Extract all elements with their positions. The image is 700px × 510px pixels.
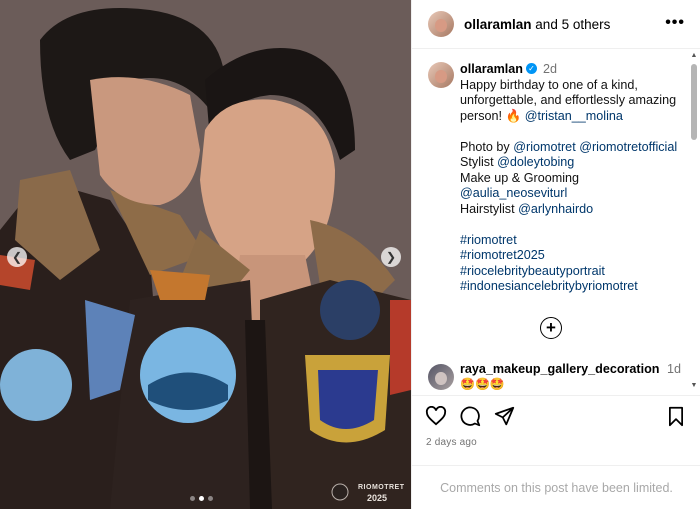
- carousel-dot: [208, 496, 213, 501]
- hashtag-link[interactable]: #riocelebritybeautyportrait: [460, 264, 690, 280]
- comment-age[interactable]: 1d: [667, 362, 681, 376]
- next-image-button[interactable]: ❯: [381, 247, 401, 267]
- comment-bubble-icon[interactable]: [460, 406, 481, 427]
- stylist-credit: Stylist @doleytobing: [460, 155, 690, 171]
- mention-link[interactable]: @aulia_neoseviturl: [460, 186, 690, 202]
- photo-illustration: [0, 0, 411, 509]
- hashtag-link[interactable]: #riomotret: [460, 233, 690, 249]
- mention-link[interactable]: @arlynhairdo: [518, 202, 593, 216]
- caption-text: Happy birthday to one of a kind, unforge…: [460, 78, 690, 125]
- photo-label: Photo by: [460, 139, 510, 154]
- caption-avatar[interactable]: [428, 62, 454, 88]
- header-author[interactable]: ollaramlan: [464, 17, 532, 32]
- post-side-panel: ollaramlan and 5 others ••• ollaramlan ✓ 2…: [411, 0, 700, 509]
- chevron-right-icon: ❯: [385, 250, 397, 264]
- comments-limited-text: Comments on this post have been limited.: [440, 481, 673, 495]
- comment-body: raya_makeup_gallery_decoration 1d 🤩🤩🤩: [460, 362, 681, 392]
- mention-link[interactable]: @doleytobing: [497, 155, 574, 169]
- scroll-up-icon[interactable]: ▲: [690, 52, 698, 59]
- watermark-brand: RIOMOTRET: [358, 484, 405, 491]
- post-header: ollaramlan and 5 others •••: [412, 0, 700, 49]
- verified-badge-icon: ✓: [526, 63, 537, 75]
- commenter-username[interactable]: raya_makeup_gallery_decoration: [460, 362, 660, 376]
- chevron-left-icon: ❮: [11, 250, 23, 264]
- hashtag-link[interactable]: #indonesiancelebritybyriomotret: [460, 279, 690, 295]
- stylist-label: Stylist: [460, 155, 494, 169]
- fire-emoji: 🔥: [505, 108, 522, 123]
- carousel-dot: [190, 496, 195, 501]
- photo-credit: Photo by @riomotret @riomotretofficial: [460, 140, 690, 156]
- comments-limited-notice: Comments on this post have been limited.: [412, 465, 700, 510]
- scrollbar-thumb[interactable]: [691, 64, 697, 140]
- author-avatar[interactable]: [428, 11, 454, 37]
- save-bookmark-icon[interactable]: [667, 406, 685, 427]
- caption-username[interactable]: ollaramlan: [460, 62, 523, 76]
- hair-label: Hairstylist: [460, 201, 515, 216]
- comment-text: 🤩🤩🤩: [460, 377, 505, 391]
- mention-link[interactable]: @tristan__molina: [525, 109, 623, 123]
- scrollbar[interactable]: ▲ ▼: [690, 52, 698, 389]
- load-more-comments-icon[interactable]: +: [540, 317, 562, 339]
- like-heart-icon[interactable]: [425, 406, 447, 426]
- scroll-down-icon[interactable]: ▼: [690, 382, 698, 389]
- caption-body: ollaramlan ✓ 2d Happy birthday to one of a…: [460, 62, 690, 295]
- share-send-icon[interactable]: [494, 406, 515, 427]
- carousel-dot-active: [199, 496, 204, 501]
- comments-scroll-area[interactable]: ollaramlan ✓ 2d Happy birthday to one of a…: [412, 49, 700, 395]
- mention-link[interactable]: @riomotret: [513, 140, 575, 154]
- makeup-credit-label: Make up & Grooming: [460, 170, 579, 185]
- hair-credit: Hairstylist @arlynhairdo: [460, 202, 690, 218]
- previous-image-button[interactable]: ❮: [7, 247, 27, 267]
- more-options-icon[interactable]: •••: [665, 14, 685, 32]
- mention-link[interactable]: @riomotretofficial: [579, 140, 677, 154]
- carousel-indicator: [190, 496, 213, 501]
- header-title: ollaramlan and 5 others: [464, 17, 610, 32]
- header-others[interactable]: and 5 others: [535, 17, 610, 32]
- hashtag-link[interactable]: #riomotret2025: [460, 248, 690, 264]
- post-timestamp[interactable]: 2 days ago: [426, 437, 477, 448]
- commenter-avatar[interactable]: [428, 364, 454, 390]
- post-photo[interactable]: RIOMOTRET 2025 ❮ ❯: [0, 0, 411, 509]
- watermark-year: 2025: [367, 493, 388, 503]
- caption-age[interactable]: 2d: [543, 62, 557, 76]
